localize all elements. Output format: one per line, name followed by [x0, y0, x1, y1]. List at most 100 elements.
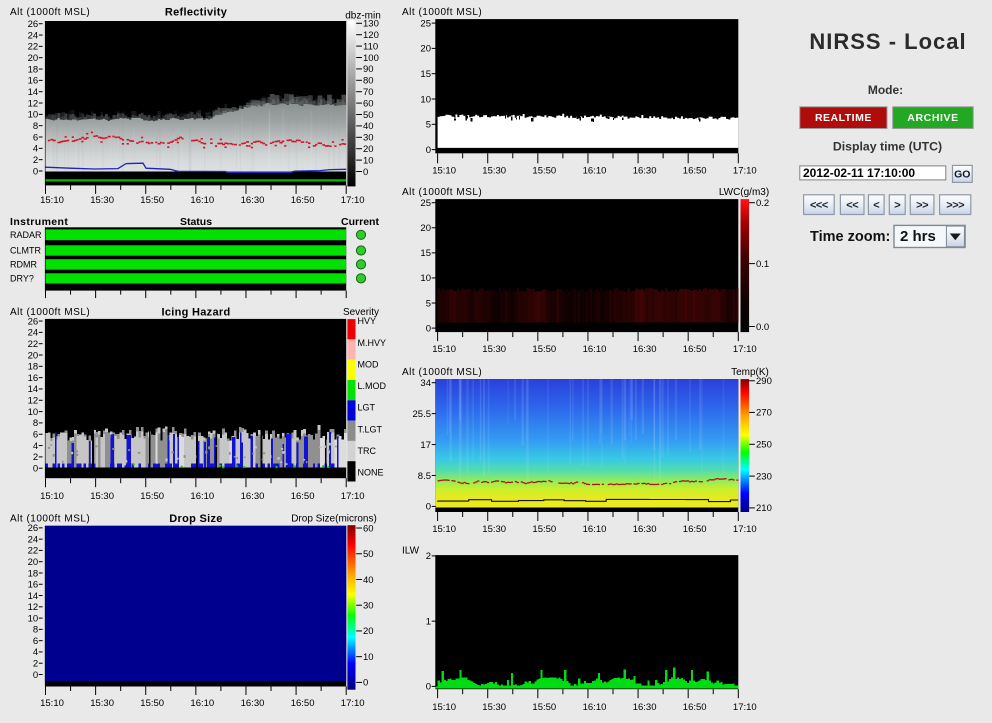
svg-text:0: 0	[363, 678, 368, 689]
svg-text:110: 110	[363, 41, 378, 52]
svg-text:10: 10	[28, 613, 39, 624]
svg-text:15:30: 15:30	[482, 524, 506, 535]
svg-text:15:10: 15:10	[432, 166, 456, 177]
svg-text:26: 26	[28, 523, 39, 534]
svg-text:34: 34	[420, 378, 431, 389]
svg-text:24: 24	[28, 328, 39, 339]
svg-text:12: 12	[28, 602, 39, 613]
svg-text:15:10: 15:10	[40, 195, 64, 206]
svg-text:10: 10	[28, 110, 39, 121]
svg-text:Status: Status	[180, 216, 212, 228]
svg-text:16:10: 16:10	[190, 195, 214, 206]
svg-text:T.LGT: T.LGT	[358, 424, 383, 434]
svg-text:Alt (1000ft MSL): Alt (1000ft MSL)	[10, 514, 90, 525]
svg-text:15:10: 15:10	[432, 344, 456, 355]
svg-text:6: 6	[33, 636, 38, 647]
svg-text:4: 4	[33, 144, 38, 155]
svg-text:10: 10	[363, 652, 374, 663]
svg-text:6: 6	[33, 430, 38, 441]
svg-text:Drop Size: Drop Size	[169, 513, 222, 525]
svg-text:M.HVY: M.HVY	[358, 338, 387, 348]
svg-text:17:10: 17:10	[733, 524, 757, 535]
svg-text:16:50: 16:50	[291, 195, 315, 206]
svg-text:60: 60	[363, 523, 374, 534]
svg-text:50: 50	[363, 110, 374, 121]
svg-text:16:50: 16:50	[683, 524, 707, 535]
svg-text:2: 2	[33, 452, 38, 463]
svg-text:16:50: 16:50	[683, 702, 707, 713]
svg-text:15:50: 15:50	[532, 524, 556, 535]
svg-text:20: 20	[363, 626, 374, 637]
svg-text:16:10: 16:10	[583, 524, 607, 535]
svg-text:ARCHIVE: ARCHIVE	[907, 112, 958, 124]
svg-text:Alt (1000ft MSL): Alt (1000ft MSL)	[10, 7, 90, 18]
svg-text:10: 10	[420, 94, 431, 105]
svg-text:22: 22	[28, 339, 39, 350]
svg-text:LGT: LGT	[358, 403, 376, 413]
svg-text:16:30: 16:30	[241, 195, 265, 206]
svg-text:5: 5	[426, 120, 431, 131]
svg-text:20: 20	[28, 53, 39, 64]
svg-text:TRC: TRC	[358, 446, 377, 456]
svg-text:30: 30	[363, 133, 374, 144]
svg-text:0: 0	[363, 167, 368, 178]
svg-text:10: 10	[363, 155, 374, 166]
svg-text:20: 20	[28, 557, 39, 568]
svg-text:26: 26	[28, 316, 39, 327]
svg-text:16:30: 16:30	[241, 698, 265, 709]
svg-text:0: 0	[426, 323, 431, 334]
svg-text:0.1: 0.1	[756, 259, 769, 270]
svg-text:15:10: 15:10	[40, 698, 64, 709]
svg-text:90: 90	[363, 64, 374, 75]
svg-text:15:30: 15:30	[90, 698, 114, 709]
svg-text:0: 0	[426, 145, 431, 156]
svg-text:2: 2	[33, 659, 38, 670]
svg-text:Alt (1000ft MSL): Alt (1000ft MSL)	[402, 187, 482, 198]
svg-text:17:10: 17:10	[341, 698, 365, 709]
svg-text:Display time (UTC): Display time (UTC)	[833, 140, 942, 154]
svg-text:NONE: NONE	[358, 468, 384, 478]
svg-text:15:30: 15:30	[90, 195, 114, 206]
svg-text:10: 10	[420, 273, 431, 284]
svg-text:25: 25	[420, 18, 431, 29]
svg-text:LWC(g/m3): LWC(g/m3)	[719, 187, 769, 198]
svg-text:70: 70	[363, 87, 374, 98]
svg-text:RDMR: RDMR	[10, 260, 37, 270]
svg-text:60: 60	[363, 98, 374, 109]
svg-text:4: 4	[33, 441, 38, 452]
svg-text:17: 17	[420, 440, 431, 451]
svg-text:2: 2	[426, 551, 431, 562]
svg-text:DRY?: DRY?	[10, 274, 34, 284]
svg-text:6: 6	[33, 132, 38, 143]
svg-text:8: 8	[33, 121, 38, 132]
svg-text:40: 40	[363, 575, 374, 586]
svg-text:ILW: ILW	[402, 546, 420, 557]
svg-text:Reflectivity: Reflectivity	[165, 6, 228, 18]
svg-text:8: 8	[33, 418, 38, 429]
svg-text:REALTIME: REALTIME	[815, 112, 872, 124]
svg-text:14: 14	[28, 591, 39, 602]
svg-text:16:30: 16:30	[633, 524, 657, 535]
svg-text:15:50: 15:50	[532, 166, 556, 177]
svg-text:8: 8	[33, 625, 38, 636]
svg-text:>>: >>	[916, 199, 928, 211]
svg-text:NIRSS - Local: NIRSS - Local	[809, 29, 966, 54]
svg-text:0: 0	[426, 502, 431, 513]
svg-text:24: 24	[28, 534, 39, 545]
svg-text:15:30: 15:30	[90, 491, 114, 502]
svg-text:15:50: 15:50	[140, 698, 164, 709]
svg-text:0: 0	[33, 464, 38, 475]
svg-text:250: 250	[756, 440, 772, 451]
svg-text:20: 20	[363, 144, 374, 155]
svg-text:17:10: 17:10	[341, 195, 365, 206]
svg-text:15:10: 15:10	[432, 702, 456, 713]
svg-text:17:10: 17:10	[341, 491, 365, 502]
svg-text:17:10: 17:10	[733, 702, 757, 713]
svg-text:16:30: 16:30	[241, 491, 265, 502]
svg-text:15:50: 15:50	[140, 195, 164, 206]
svg-text:2012-02-11 17:10:00: 2012-02-11 17:10:00	[803, 166, 915, 180]
svg-text:22: 22	[28, 546, 39, 557]
svg-text:>: >	[894, 199, 900, 211]
svg-text:15:50: 15:50	[140, 491, 164, 502]
svg-text:0.0: 0.0	[756, 322, 769, 333]
